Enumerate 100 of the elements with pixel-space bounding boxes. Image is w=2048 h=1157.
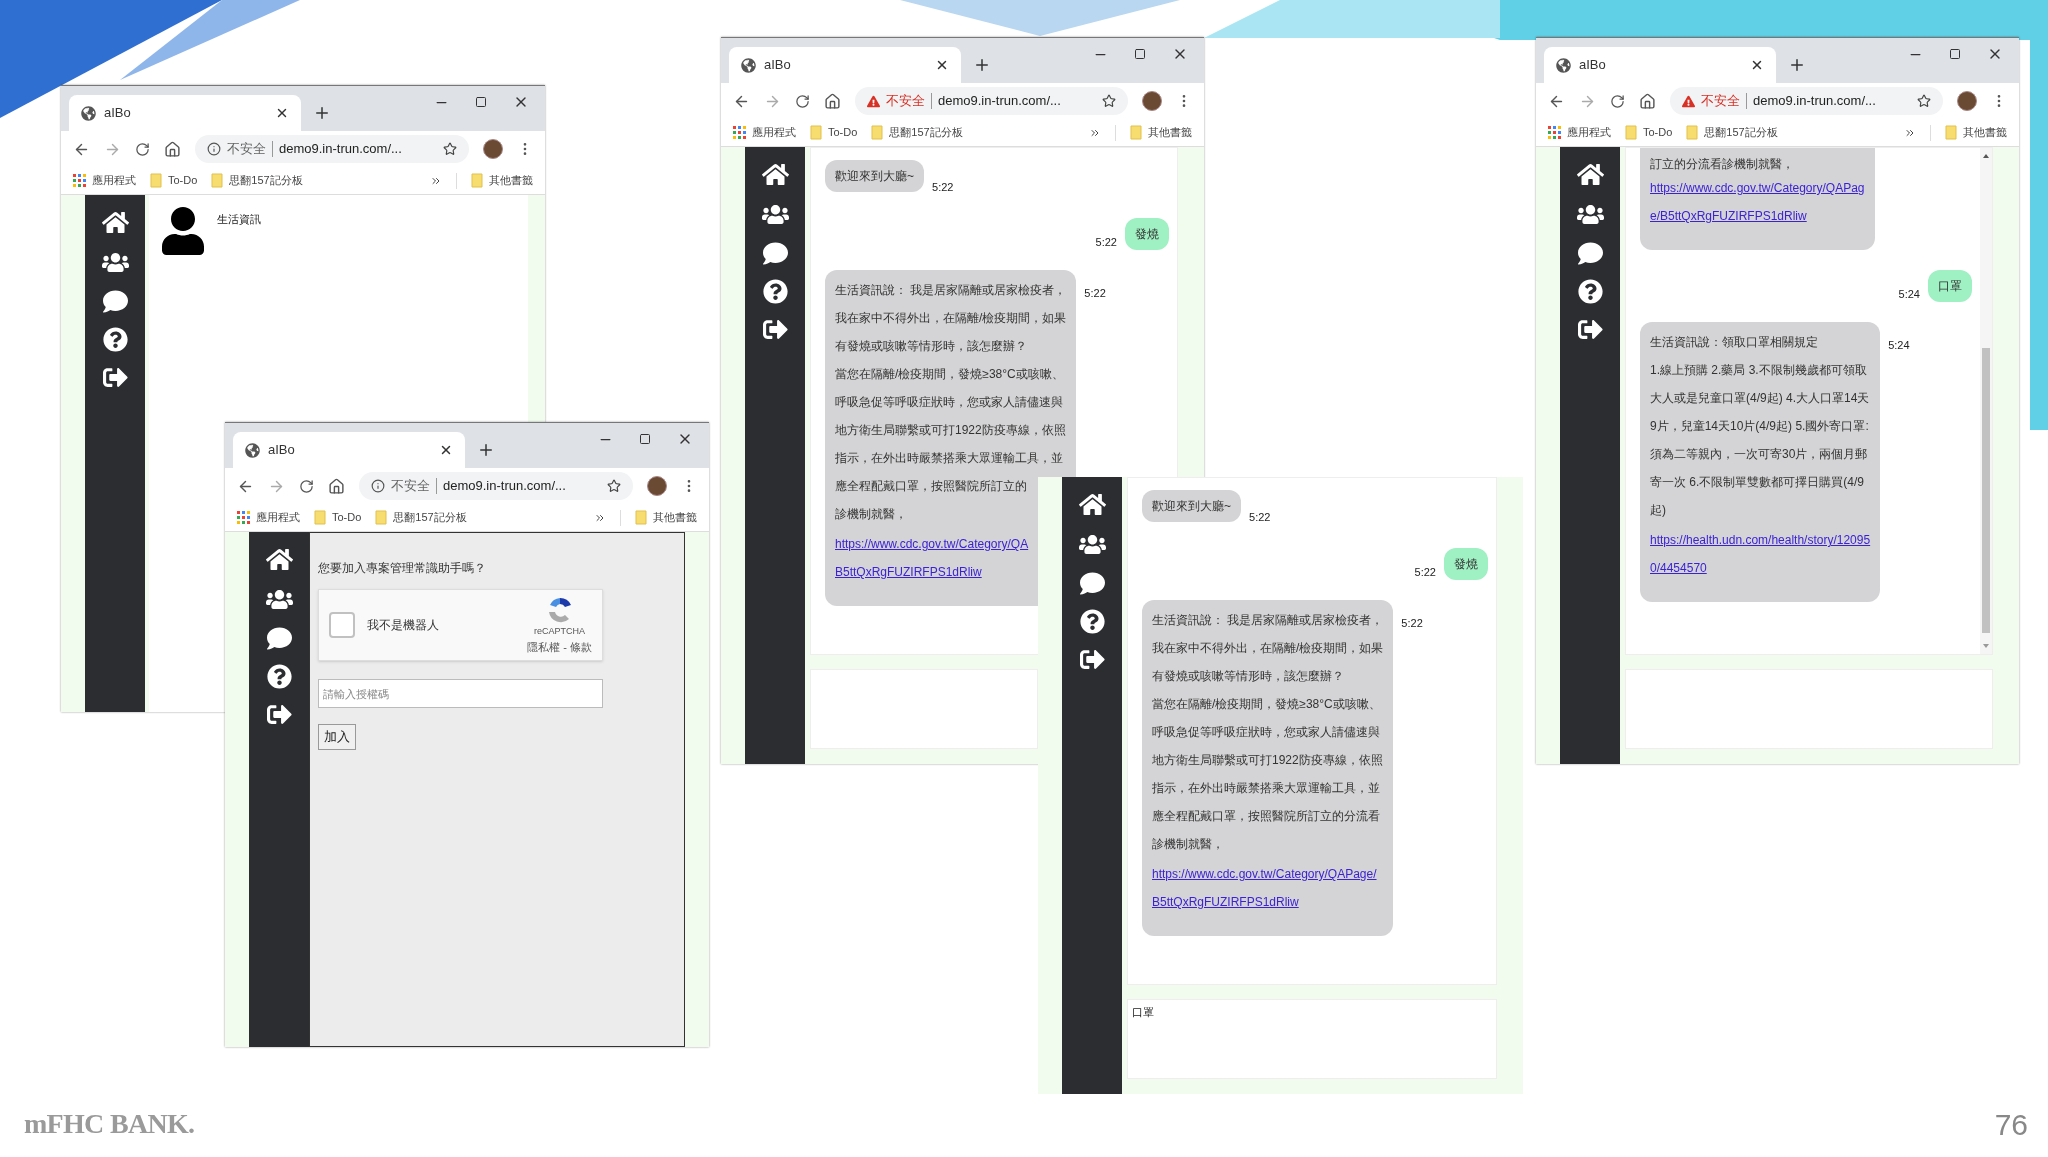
bookmark[interactable]: To-Do — [314, 509, 362, 526]
url-text: demo9.in-trun.com/... — [1753, 92, 1877, 111]
home-icon[interactable] — [1576, 161, 1604, 188]
home-icon[interactable] — [1078, 491, 1106, 518]
help-icon[interactable] — [266, 664, 292, 689]
message-time: 5:22 — [932, 181, 954, 193]
bookmark[interactable]: 思翻157記分板 — [871, 124, 963, 141]
help-icon[interactable] — [1079, 609, 1105, 634]
avatar-icon[interactable] — [1957, 91, 1977, 111]
message-time: 5:24 — [1888, 339, 1910, 351]
bookmark[interactable]: 應用程式 — [733, 124, 796, 141]
captcha-checkbox[interactable] — [329, 612, 355, 638]
maximize-icon[interactable] — [1949, 48, 1961, 60]
apps-grid-icon — [1548, 126, 1561, 139]
help-icon[interactable] — [1577, 279, 1603, 304]
avatar-icon[interactable] — [1142, 91, 1162, 111]
help-icon[interactable] — [102, 327, 128, 352]
chat-icon[interactable] — [762, 241, 788, 266]
folder-icon — [871, 125, 884, 140]
folder-icon — [314, 510, 326, 525]
logout-icon[interactable] — [102, 365, 128, 390]
bookmark[interactable]: 其他書籤 — [1130, 124, 1192, 141]
bookmark[interactable]: 思翻157記分板 — [375, 509, 467, 526]
home-icon[interactable] — [101, 209, 129, 236]
logout-icon[interactable] — [1079, 647, 1105, 672]
address-bar[interactable]: 不安全 demo9.in-trun.com/... — [359, 472, 633, 500]
maximize-icon[interactable] — [639, 433, 651, 445]
chat-icon[interactable] — [266, 626, 292, 651]
bookmark[interactable]: 應用程式 — [237, 509, 300, 526]
scrollbar[interactable] — [1980, 148, 1992, 654]
link[interactable]: https://www.cdc.gov.tw/Category/QAPag e/B5ttQxRgFUZIRFPS1dRliw — [1650, 174, 1865, 230]
bookmark[interactable]: 其他書籤 — [635, 509, 697, 526]
logout-icon[interactable] — [266, 702, 292, 727]
chat-icon[interactable] — [102, 289, 128, 314]
folder-icon — [810, 125, 822, 140]
avatar-icon[interactable] — [483, 139, 503, 159]
reload-icon[interactable] — [795, 93, 810, 109]
reload-icon[interactable] — [1610, 93, 1625, 109]
message-time: 5:22 — [1084, 287, 1106, 299]
bookmark-star-icon[interactable] — [1102, 94, 1116, 108]
bookmark[interactable]: 應用程式 — [1548, 124, 1611, 141]
bookmark-star-icon[interactable] — [607, 479, 621, 493]
message-text: 生活資訊說： 我是居家隔離或居家檢疫者， 我在家中不得外出，在隔離/檢疫期間，如果 有發燒或咳嗽等情形時，該怎麼辦？ 當您在隔離/檢疫期間，發燒≥38°C或咳嗽、 呼吸急促等呼吸症狀時，您或家人請儘速與 地方衛生局聯繫或可打1922防疫專線，依照 指示，在外出時嚴禁搭乘大眾運輸工具，並 應全程配戴口罩，按照醫院所訂立的分流看 診機制就醫， — [1152, 612, 1384, 853]
bookmark-star-icon[interactable] — [443, 142, 457, 156]
new-tab-icon[interactable] — [313, 104, 331, 122]
message-time: 5:22 — [1401, 617, 1423, 629]
user-avatar-icon — [159, 207, 207, 255]
home-icon[interactable] — [328, 477, 345, 495]
message-text: 發燒 — [1454, 556, 1478, 573]
bookmark[interactable]: 其他書籤 — [471, 172, 533, 189]
new-tab-icon[interactable] — [477, 441, 495, 459]
home-icon[interactable] — [824, 92, 841, 110]
reload-icon[interactable] — [299, 478, 314, 494]
bookmark[interactable]: To-Do — [810, 124, 858, 141]
bookmark[interactable]: 思翻157記分板 — [1686, 124, 1778, 141]
captcha-terms[interactable]: 隱私權 - 條款 — [527, 638, 592, 655]
bookmark[interactable]: To-Do — [150, 172, 198, 189]
link[interactable]: https://health.udn.com/health/story/12095 0/4454570 — [1650, 526, 1871, 582]
message-time: 5:22 — [1414, 564, 1436, 580]
message-input[interactable]: 口罩 — [1127, 999, 1497, 1079]
home-icon[interactable] — [761, 161, 789, 188]
address-bar[interactable]: 不安全 demo9.in-trun.com/... — [195, 135, 469, 163]
message-time: 5:22 — [1095, 234, 1117, 250]
close-icon[interactable] — [439, 443, 453, 457]
address-bar[interactable]: 不安全 demo9.in-trun.com/... — [855, 87, 1128, 115]
bookmark[interactable]: To-Do — [1625, 124, 1673, 141]
browser-tab[interactable]: aIBo — [233, 432, 465, 468]
new-tab-icon[interactable] — [1788, 56, 1806, 74]
reload-icon[interactable] — [135, 141, 150, 157]
join-button[interactable]: 加入 — [318, 724, 356, 750]
avatar-icon[interactable] — [647, 476, 667, 496]
link[interactable]: https://www.cdc.gov.tw/Category/QAPage/ B5ttQxRgFUZIRFPS1dRliw — [1152, 860, 1377, 916]
maximize-icon[interactable] — [1134, 48, 1146, 60]
close-icon[interactable] — [935, 58, 949, 72]
bookmark[interactable]: 其他書籤 — [1945, 124, 2007, 141]
maximize-icon[interactable] — [475, 96, 487, 108]
apps-grid-icon — [73, 174, 86, 187]
logout-icon[interactable] — [762, 317, 788, 342]
bookmark-star-icon[interactable] — [1917, 94, 1931, 108]
link[interactable]: https://www.cdc.gov.tw/Category/QA B5ttQxRgFUZIRFPS1dRliw — [835, 530, 1029, 586]
help-icon[interactable] — [762, 279, 788, 304]
new-tab-icon[interactable] — [973, 56, 991, 74]
bookmark[interactable]: 應用程式 — [73, 172, 136, 189]
close-icon[interactable] — [1750, 58, 1764, 72]
address-bar[interactable]: 不安全 demo9.in-trun.com/... — [1670, 87, 1943, 115]
browser-tab[interactable]: aIBo — [1544, 47, 1776, 83]
chat-icon[interactable] — [1079, 571, 1105, 596]
home-icon[interactable] — [265, 546, 293, 573]
folder-icon — [150, 173, 162, 188]
logout-icon[interactable] — [1577, 317, 1603, 342]
folder-icon — [1625, 125, 1637, 140]
browser-tab[interactable]: aIBo — [69, 95, 301, 131]
bookmark[interactable]: 思翻157記分板 — [211, 172, 303, 189]
question-text: 您要加入專案管理常識助手嗎？ — [318, 560, 486, 577]
browser-tab[interactable]: aIBo — [729, 47, 961, 83]
close-icon[interactable] — [275, 106, 289, 120]
home-icon[interactable] — [164, 140, 181, 158]
home-icon[interactable] — [1639, 92, 1656, 110]
chat-icon[interactable] — [1577, 241, 1603, 266]
code-input-field[interactable]: 請輸入授權碼 — [318, 679, 603, 708]
